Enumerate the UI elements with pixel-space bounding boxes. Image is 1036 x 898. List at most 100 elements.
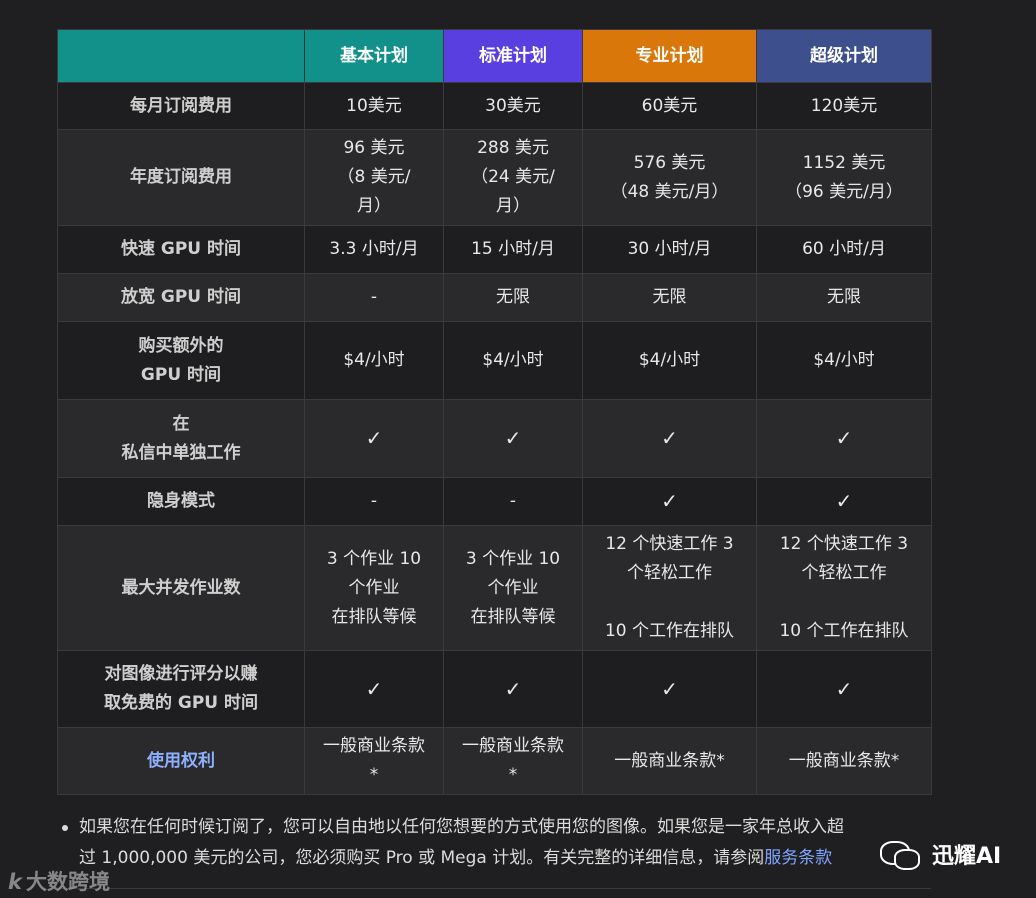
cell-standard: 3 个作业 10 个作业 在排队等候: [443, 525, 583, 651]
cell-standard: 30美元: [443, 82, 583, 130]
footnote-line-2-prefix: 过 1,000,000 美元的公司，您必须购买 Pro 或 Mega 计划。有关…: [79, 848, 765, 868]
row-label-line: 每月订阅费用: [130, 95, 232, 116]
cell-pro: 30 小时/月: [582, 225, 757, 274]
cell-basic: 3.3 小时/月: [304, 225, 444, 274]
cell-basic: 10美元: [304, 82, 444, 130]
footnote-line-1: 如果您在任何时候订阅了，您可以自由地以任何您想要的方式使用您的图像。如果您是一家…: [79, 817, 844, 837]
cell-line: 3 个作业 10: [326, 548, 422, 569]
cell-basic: 3 个作业 10 个作业 在排队等候: [304, 525, 444, 651]
header-standard-plan: 标准计划: [443, 29, 583, 83]
header-basic-plan: 基本计划: [304, 29, 444, 83]
cell-line: *: [369, 765, 379, 785]
row-label-line: 使用权利: [147, 750, 215, 771]
cell-line: $4/小时: [813, 350, 875, 370]
cell-line: 576 美元: [633, 152, 706, 173]
row-label-line: 放宽 GPU 时间: [120, 287, 242, 307]
cell-mega: 120美元: [756, 82, 932, 130]
cell-line: 10 个工作在排队: [779, 621, 909, 641]
table-row: 最大并发作业数 3 个作业 10 个作业 在排队等候 3 个作业 10 个作业 在排队等候 1…: [57, 525, 932, 651]
cell-line: 10 个工作在排队: [604, 621, 735, 641]
header-row: 基本计划 标准计划 专业计划 超级计划: [57, 29, 932, 83]
cell-line: 无限: [827, 287, 861, 307]
cell-pro: ✓: [582, 477, 757, 526]
row-label: 快速 GPU 时间: [57, 225, 305, 274]
table-row: 使用权利 一般商业条款 * 一般商业条款 * 一般商业条款* 一般商业条款*: [57, 727, 932, 795]
wechat-icon: [880, 839, 922, 870]
row-label-line: 隐身模式: [147, 491, 215, 511]
pricing-table-container: 基本计划 标准计划 专业计划 超级计划 每月订阅费用 10美元 30美元 60美元 12…: [57, 29, 932, 795]
cell-line: （96 美元/月）: [785, 181, 903, 202]
check-icon: ✓: [504, 676, 522, 701]
cell-standard: ✓: [443, 650, 583, 728]
check-icon: ✓: [661, 676, 678, 701]
cell-line: 一般商业条款: [323, 736, 425, 756]
cell-pro: 无限: [582, 273, 757, 322]
check-icon: ✓: [504, 426, 522, 450]
check-icon: ✓: [365, 426, 383, 450]
watermark-logo-icon: k: [8, 870, 22, 894]
cell-standard: -: [443, 477, 583, 526]
cell-basic: -: [304, 477, 444, 526]
row-label-line: GPU 时间: [140, 364, 222, 385]
cell-line: （24 美元/: [471, 167, 555, 187]
row-label: 隐身模式: [57, 477, 305, 526]
header-pro-plan: 专业计划: [582, 29, 757, 83]
row-label: 对图像进行评分以赚 取免费的 GPU 时间: [57, 650, 305, 728]
cell-mega: ✓: [756, 477, 932, 526]
cell-pro: ✓: [582, 650, 757, 728]
cell-basic: 96 美元 （8 美元/月）: [304, 129, 444, 226]
terms-of-service-link[interactable]: 服务条款: [764, 848, 832, 868]
cell-mega: $4/小时: [756, 321, 932, 400]
row-label: 购买额外的 GPU 时间: [57, 321, 305, 400]
cell-line: 30 小时/月: [627, 239, 712, 259]
header-empty-cell: [57, 29, 305, 83]
cell-line: $4/小时: [482, 350, 544, 370]
table-row: 购买额外的 GPU 时间 $4/小时 $4/小时 $4/小时 $4/小时: [57, 321, 932, 400]
row-label-line: 在: [172, 413, 190, 434]
cell-line: 60 小时/月: [802, 239, 886, 259]
cell-line: 个作业: [487, 577, 539, 598]
row-label-line: 对图像进行评分以赚: [104, 664, 258, 684]
cell-pro: 60美元: [582, 82, 757, 130]
cell-pro: $4/小时: [582, 321, 757, 400]
cell-mega: ✓: [756, 650, 932, 728]
cell-standard: ✓: [443, 399, 583, 478]
cell-mega: 60 小时/月: [756, 225, 932, 274]
cell-mega: 无限: [756, 273, 932, 322]
watermark-right-text: 迅耀AI: [932, 844, 1002, 869]
row-label: 最大并发作业数: [57, 525, 305, 651]
watermark-right: 迅耀AI: [880, 838, 1001, 870]
cell-standard: $4/小时: [443, 321, 583, 400]
cell-line: 月）: [496, 196, 530, 216]
table-row: 对图像进行评分以赚 取免费的 GPU 时间 ✓ ✓ ✓ ✓: [57, 650, 932, 728]
row-label-line: 购买额外的: [138, 335, 224, 356]
bullet-dot-icon: [62, 825, 68, 831]
cell-line: 个轻松工作: [627, 563, 712, 583]
cell-line: 12 个快速工作 3: [605, 534, 734, 554]
cell-basic: ✓: [304, 650, 444, 728]
cell-line: 1152 美元: [802, 152, 886, 173]
cell-line: 3.3 小时/月: [329, 239, 419, 259]
cell-line: 一般商业条款*: [614, 750, 725, 771]
pricing-table: 基本计划 标准计划 专业计划 超级计划 每月订阅费用 10美元 30美元 60美元 12…: [57, 29, 932, 795]
cell-line: 96 美元: [343, 138, 405, 158]
cell-pro: 12 个快速工作 3 个轻松工作 10 个工作在排队: [582, 525, 757, 651]
cell-line: 一般商业条款: [462, 736, 564, 756]
cell-line: -: [509, 491, 517, 511]
check-icon: ✓: [661, 489, 678, 513]
row-label-line: 最大并发作业数: [121, 577, 241, 598]
header-mega-plan: 超级计划: [756, 29, 932, 83]
cell-pro: ✓: [582, 399, 757, 478]
cell-line: 60美元: [641, 95, 698, 116]
cell-line: 无限: [496, 287, 530, 307]
cell-line: 个轻松工作: [801, 563, 887, 583]
row-label: 放宽 GPU 时间: [57, 273, 305, 322]
cell-line: 120美元: [810, 95, 878, 116]
row-label[interactable]: 使用权利: [57, 727, 305, 795]
table-row: 放宽 GPU 时间 - 无限 无限 无限: [57, 273, 932, 322]
check-icon: ✓: [661, 426, 678, 450]
row-label: 在私信中单独工作: [57, 399, 305, 478]
cell-line: 288 美元: [477, 138, 549, 158]
cell-mega: 一般商业条款*: [756, 727, 932, 795]
cell-standard: 无限: [443, 273, 583, 322]
